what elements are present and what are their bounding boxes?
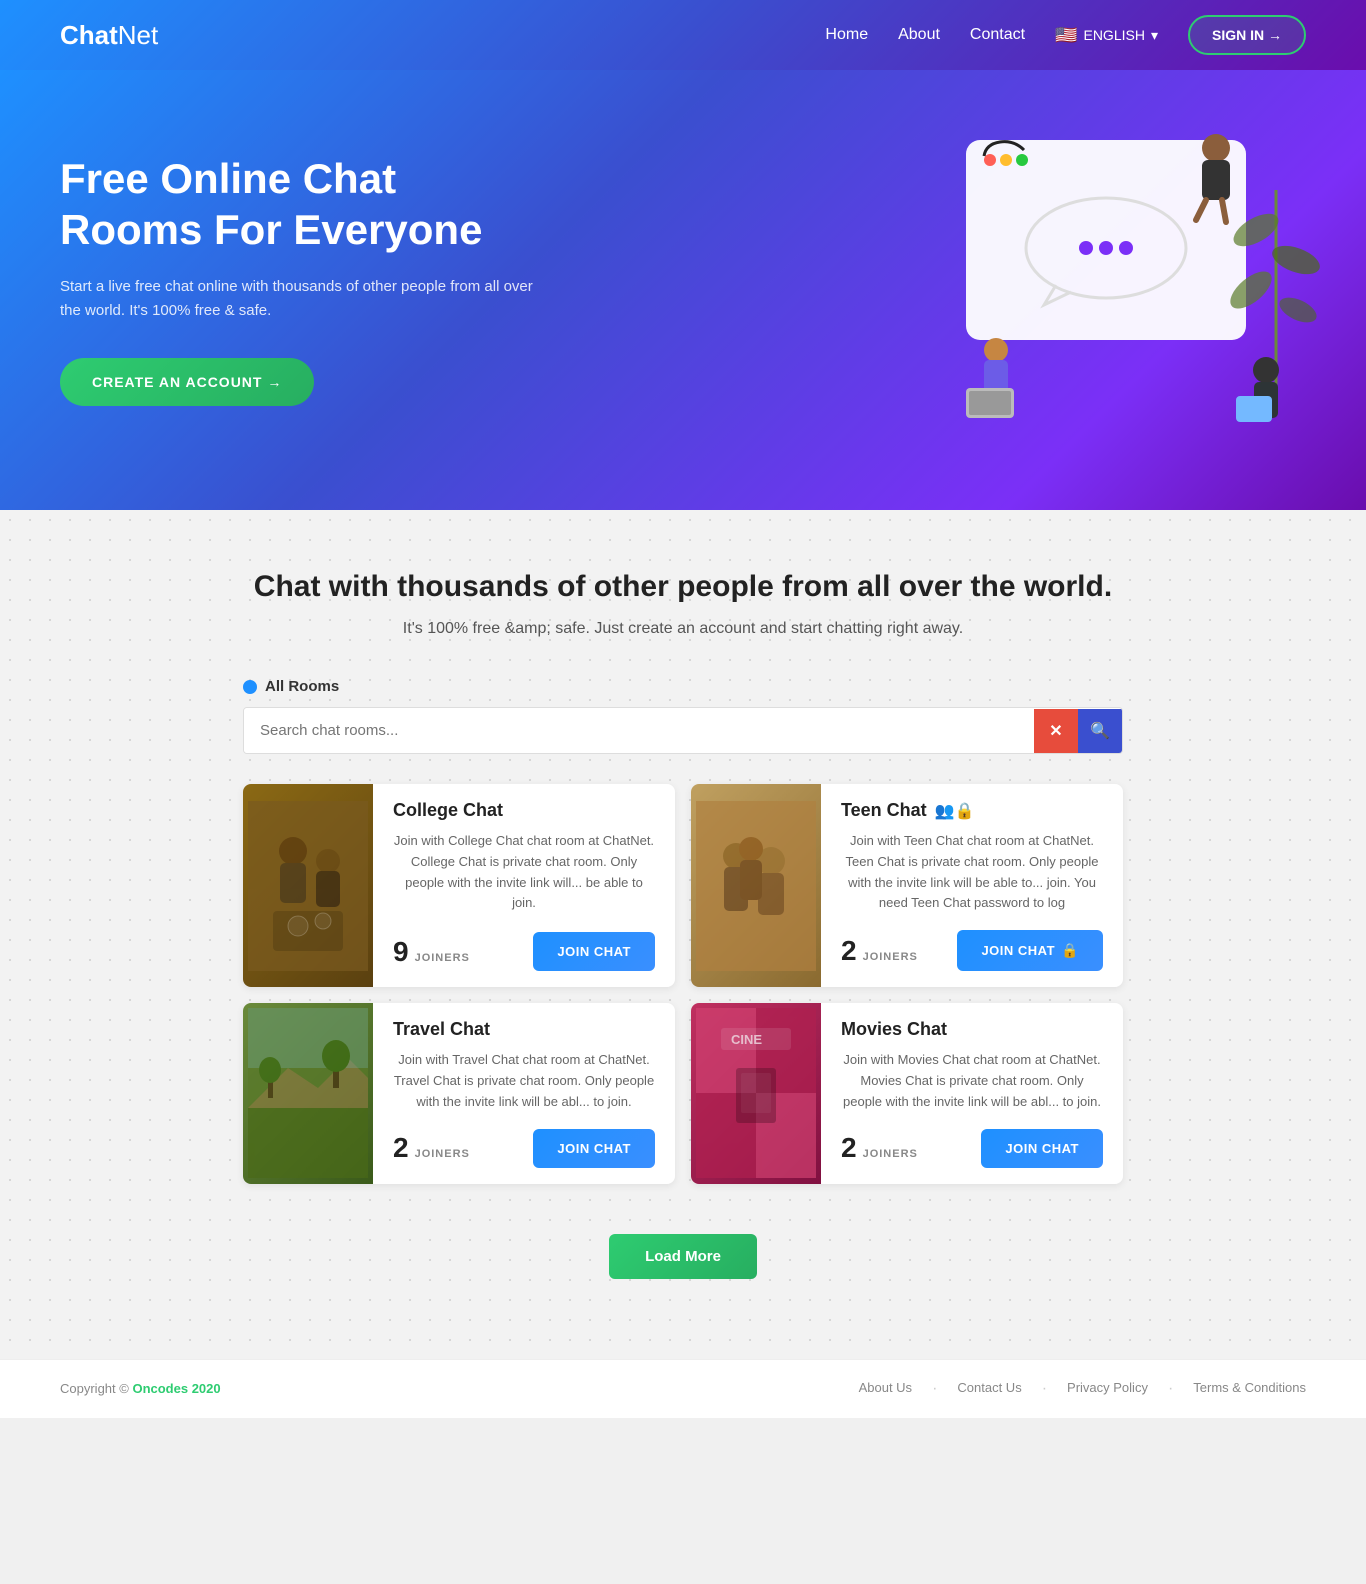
hero-title: Free Online Chat Rooms For Everyone [60,154,540,255]
card-footer-movies: 2 JOINERS JOIN CHAT [841,1129,1103,1168]
joiners-label-teen: JOINERS [863,951,918,963]
joiners-college: 9 JOINERS [393,936,470,968]
load-more-button[interactable]: Load More [609,1234,757,1279]
card-image-teen [691,784,821,987]
footer-terms[interactable]: Terms & Conditions [1193,1380,1306,1398]
card-desc-teen: Join with Teen Chat chat room at ChatNet… [841,831,1103,914]
nav-home[interactable]: Home [825,26,868,44]
card-desc-college: Join with College Chat chat room at Chat… [393,831,655,916]
footer: Copyright © Oncodes 2020 About Us · Cont… [0,1359,1366,1418]
card-desc-travel: Join with Travel Chat chat room at ChatN… [393,1050,655,1112]
rooms-indicator [243,680,257,694]
hero-subtitle: Start a live free chat online with thous… [60,275,540,323]
card-content-teen: Teen Chat 👥🔒 Join with Teen Chat chat ro… [821,784,1123,987]
joiners-movies: 2 JOINERS [841,1132,918,1164]
nav-links: Home About Contact 🇺🇸 ENGLISH ▾ SIGN IN … [825,15,1306,55]
card-travel: Travel Chat Join with Travel Chat chat r… [243,1003,675,1183]
search-clear-button[interactable]: ✕ [1034,709,1078,753]
card-title-travel: Travel Chat [393,1019,655,1040]
card-image-travel [243,1003,373,1183]
card-content-movies: Movies Chat Join with Movies Chat chat r… [821,1003,1123,1183]
card-image-college [243,784,373,987]
college-image-overlay [243,784,373,987]
footer-privacy-policy[interactable]: Privacy Policy [1067,1380,1148,1398]
joiners-count-movies: 2 [841,1132,857,1164]
footer-company-link[interactable]: Oncodes 2020 [132,1381,220,1396]
navbar: Chat Net Home About Contact 🇺🇸 ENGLISH ▾… [0,0,1366,70]
teen-private-icons: 👥🔒 [935,801,975,821]
card-footer-college: 9 JOINERS JOIN CHAT [393,932,655,971]
search-input[interactable] [244,708,1034,753]
joiners-count-college: 9 [393,936,409,968]
sign-in-button[interactable]: SIGN IN → [1188,15,1306,55]
search-button[interactable]: 🔍 [1078,709,1122,753]
card-title-teen: Teen Chat 👥🔒 [841,800,1103,821]
all-rooms-label: All Rooms [243,678,1123,695]
card-title-movies: Movies Chat [841,1019,1103,1040]
card-movies: CINE Movies Chat Join with Movies Chat c… [691,1003,1123,1183]
logo-net: Net [118,20,158,51]
main-section: Chat with thousands of other people from… [0,510,1366,1359]
logo: Chat Net [60,20,158,51]
card-title-college: College Chat [393,800,655,821]
cards-grid: College Chat Join with College Chat chat… [243,784,1123,1184]
joiners-label-movies: JOINERS [863,1148,918,1160]
lock-icon: 🔒 [1061,942,1079,959]
joiners-label-travel: JOINERS [415,1148,470,1160]
teen-image-overlay [691,784,821,987]
joiners-count-travel: 2 [393,1132,409,1164]
footer-copyright: Copyright © Oncodes 2020 [60,1381,221,1396]
hero-content: Free Online Chat Rooms For Everyone Star… [60,154,540,406]
movies-image-overlay: CINE [691,1003,821,1183]
section-title: Chat with thousands of other people from… [60,570,1306,604]
joiners-count-teen: 2 [841,935,857,967]
card-desc-movies: Join with Movies Chat chat room at ChatN… [841,1050,1103,1112]
clear-icon: ✕ [1049,721,1062,741]
card-college: College Chat Join with College Chat chat… [243,784,675,987]
hero-svg [906,130,1326,430]
join-chat-travel-button[interactable]: JOIN CHAT [533,1129,655,1168]
dropdown-arrow-icon: ▾ [1151,27,1158,44]
load-more-section: Load More [243,1214,1123,1319]
card-footer-teen: 2 JOINERS JOIN CHAT 🔒 [841,930,1103,971]
section-subtitle: It's 100% free &amp; safe. Just create a… [60,620,1306,638]
card-image-movies: CINE [691,1003,821,1183]
card-content-travel: Travel Chat Join with Travel Chat chat r… [373,1003,675,1183]
hero-section: Free Online Chat Rooms For Everyone Star… [0,70,1366,510]
joiners-teen: 2 JOINERS [841,935,918,967]
joiners-label: JOINERS [415,952,470,964]
hero-illustration [906,130,1306,430]
search-bar: ✕ 🔍 [243,707,1123,754]
joiners-travel: 2 JOINERS [393,1132,470,1164]
create-account-button[interactable]: CREATE AN ACCOUNT → [60,358,314,406]
search-icon: 🔍 [1090,721,1110,741]
all-rooms-text: All Rooms [265,678,339,695]
flag-icon: 🇺🇸 [1055,25,1077,46]
footer-contact-us[interactable]: Contact Us [957,1380,1021,1398]
footer-links: About Us · Contact Us · Privacy Policy ·… [859,1380,1306,1398]
nav-about[interactable]: About [898,26,940,44]
nav-contact[interactable]: Contact [970,26,1025,44]
language-label: ENGLISH [1083,27,1144,43]
language-selector[interactable]: 🇺🇸 ENGLISH ▾ [1055,25,1158,46]
card-footer-travel: 2 JOINERS JOIN CHAT [393,1129,655,1168]
travel-image-overlay [243,1003,373,1183]
card-content-college: College Chat Join with College Chat chat… [373,784,675,987]
card-teen: Teen Chat 👥🔒 Join with Teen Chat chat ro… [691,784,1123,987]
join-chat-teen-button[interactable]: JOIN CHAT 🔒 [957,930,1103,971]
footer-about-us[interactable]: About Us [859,1380,912,1398]
logo-chat: Chat [60,20,118,51]
svg-text:CINE: CINE [731,1032,762,1047]
join-chat-college-button[interactable]: JOIN CHAT [533,932,655,971]
join-chat-movies-button[interactable]: JOIN CHAT [981,1129,1103,1168]
